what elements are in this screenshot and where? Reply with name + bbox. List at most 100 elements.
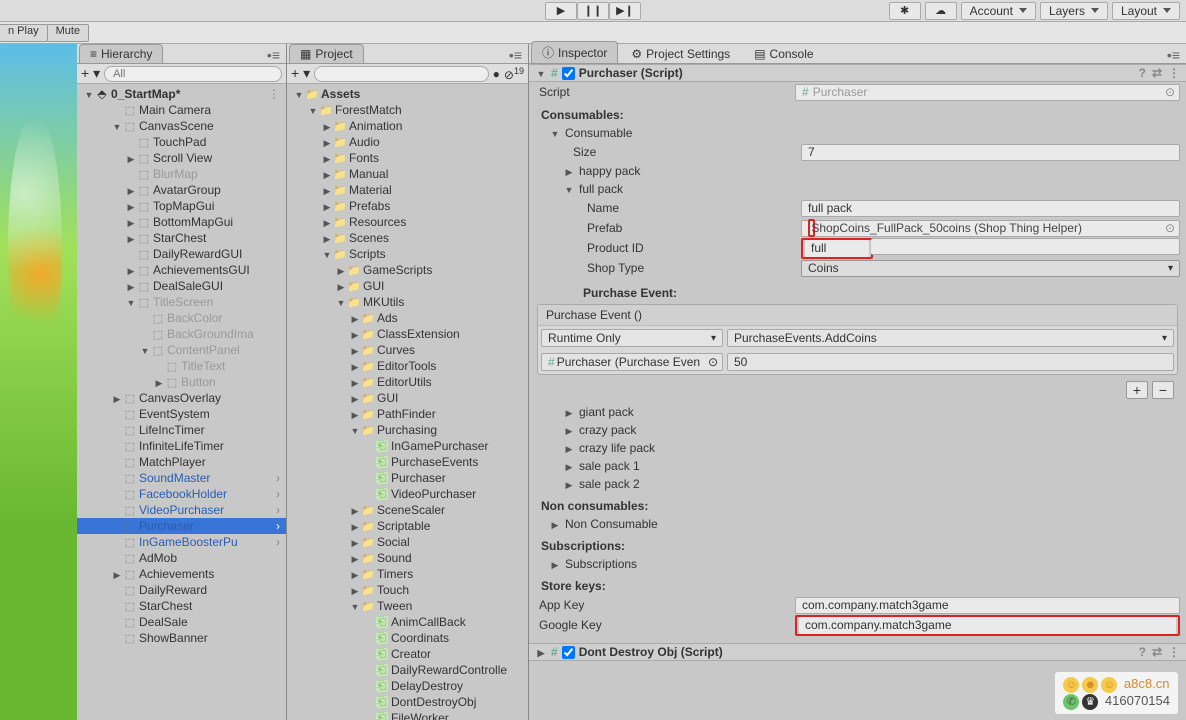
project-search-input[interactable]: [314, 66, 489, 82]
project-item[interactable]: Audio: [287, 134, 528, 150]
hierarchy-item[interactable]: Button: [77, 374, 286, 390]
foldout-icon[interactable]: [293, 87, 305, 101]
hidden-icon[interactable]: ⊘19: [504, 66, 524, 82]
foldout-icon[interactable]: [349, 391, 361, 405]
hierarchy-item[interactable]: BlurMap: [77, 166, 286, 182]
project-item[interactable]: MKUtils: [287, 294, 528, 310]
tab-inspector[interactable]: ⓘ Inspector: [531, 41, 618, 63]
hierarchy-item[interactable]: BackGroundIma: [77, 326, 286, 342]
preset-icon[interactable]: ⇄: [1152, 645, 1162, 659]
foldout-icon[interactable]: [349, 599, 361, 613]
create-dropdown[interactable]: + ▾: [291, 65, 310, 82]
foldout-icon[interactable]: [349, 567, 361, 581]
foldout-icon[interactable]: [549, 517, 561, 531]
hierarchy-item[interactable]: StarChest: [77, 230, 286, 246]
favorites-icon[interactable]: ●: [493, 67, 500, 81]
foldout-icon[interactable]: [349, 519, 361, 533]
menu-icon[interactable]: ⋮: [1168, 66, 1180, 80]
project-item[interactable]: Social: [287, 534, 528, 550]
hierarchy-item[interactable]: Scroll View: [77, 150, 286, 166]
consumable-array[interactable]: Consumable: [565, 126, 632, 140]
project-item[interactable]: Prefabs: [287, 198, 528, 214]
foldout-icon[interactable]: [349, 407, 361, 421]
cloud-button[interactable]: ☁: [925, 2, 957, 20]
foldout-icon[interactable]: [321, 231, 333, 245]
array-item[interactable]: happy pack: [579, 164, 640, 178]
productid-input[interactable]: full: [805, 240, 869, 257]
foldout-icon[interactable]: [321, 247, 333, 261]
project-item[interactable]: Scripts: [287, 246, 528, 262]
component-enable-checkbox[interactable]: [562, 67, 575, 80]
foldout-icon[interactable]: [349, 359, 361, 373]
foldout-icon[interactable]: [563, 459, 575, 473]
hierarchy-item[interactable]: CanvasOverlay: [77, 390, 286, 406]
layers-dropdown[interactable]: Layers: [1040, 2, 1108, 20]
name-input[interactable]: full pack: [801, 200, 1180, 217]
hierarchy-item[interactable]: LifeIncTimer: [77, 422, 286, 438]
layout-dropdown[interactable]: Layout: [1112, 2, 1180, 20]
play-button[interactable]: ▶: [545, 2, 577, 20]
hierarchy-item[interactable]: ShowBanner: [77, 630, 286, 646]
panel-options-icon[interactable]: •≡: [509, 47, 528, 63]
event-arg-input[interactable]: 50: [727, 353, 1174, 371]
project-item[interactable]: Animation: [287, 118, 528, 134]
project-item[interactable]: Sound: [287, 550, 528, 566]
component-header[interactable]: # Purchaser (Script) ? ⇄ ⋮: [529, 64, 1186, 82]
hierarchy-item[interactable]: Achievements: [77, 566, 286, 582]
foldout-icon[interactable]: [349, 327, 361, 341]
project-item[interactable]: ForestMatch: [287, 102, 528, 118]
foldout-icon[interactable]: [349, 375, 361, 389]
foldout-icon[interactable]: [349, 343, 361, 357]
project-item[interactable]: DontDestroyObj: [287, 694, 528, 710]
hierarchy-item[interactable]: Main Camera: [77, 102, 286, 118]
component-header-2[interactable]: # Dont Destroy Obj (Script) ? ⇄ ⋮: [529, 643, 1186, 661]
foldout-icon[interactable]: [125, 231, 137, 245]
project-item[interactable]: VideoPurchaser: [287, 486, 528, 502]
project-item[interactable]: Purchaser: [287, 470, 528, 486]
non-consumable-array[interactable]: Non Consumable: [565, 517, 658, 531]
foldout-icon[interactable]: [563, 164, 575, 178]
size-input[interactable]: 7: [801, 144, 1180, 161]
hierarchy-item[interactable]: EventSystem: [77, 406, 286, 422]
hierarchy-item[interactable]: Purchaser›: [77, 518, 286, 534]
foldout-icon[interactable]: [321, 119, 333, 133]
hierarchy-item[interactable]: VideoPurchaser›: [77, 502, 286, 518]
foldout-icon[interactable]: [321, 183, 333, 197]
tab-project-settings[interactable]: ⚙ Project Settings: [620, 44, 741, 63]
project-item[interactable]: Touch: [287, 582, 528, 598]
subscriptions-array[interactable]: Subscriptions: [565, 557, 637, 571]
project-item[interactable]: PurchaseEvents: [287, 454, 528, 470]
foldout-icon[interactable]: [139, 343, 151, 357]
foldout-icon[interactable]: [111, 567, 123, 581]
project-item[interactable]: Purchasing: [287, 422, 528, 438]
foldout-icon[interactable]: [563, 477, 575, 491]
foldout-icon[interactable]: [349, 503, 361, 517]
project-item[interactable]: Resources: [287, 214, 528, 230]
help-icon[interactable]: ?: [1139, 66, 1146, 80]
project-item[interactable]: EditorTools: [287, 358, 528, 374]
function-dropdown[interactable]: PurchaseEvents.AddCoins: [727, 329, 1174, 347]
project-item[interactable]: InGamePurchaser: [287, 438, 528, 454]
foldout-icon[interactable]: [111, 119, 123, 133]
foldout-icon[interactable]: [349, 535, 361, 549]
hierarchy-item[interactable]: FacebookHolder›: [77, 486, 286, 502]
project-item[interactable]: Creator: [287, 646, 528, 662]
hierarchy-item[interactable]: DealSale: [77, 614, 286, 630]
project-item[interactable]: Scenes: [287, 230, 528, 246]
project-item[interactable]: GUI: [287, 278, 528, 294]
foldout-icon[interactable]: [153, 375, 165, 389]
hierarchy-item[interactable]: InfiniteLifeTimer: [77, 438, 286, 454]
foldout-icon[interactable]: [307, 103, 319, 117]
foldout-icon[interactable]: [535, 645, 547, 659]
hierarchy-item[interactable]: DailyRewardGUI: [77, 246, 286, 262]
hierarchy-item[interactable]: DealSaleGUI: [77, 278, 286, 294]
hierarchy-item[interactable]: CanvasScene: [77, 118, 286, 134]
panel-options-icon[interactable]: •≡: [267, 47, 286, 63]
hierarchy-item[interactable]: TitleText: [77, 358, 286, 374]
add-event-button[interactable]: +: [1126, 381, 1148, 399]
project-item[interactable]: DailyRewardControlle: [287, 662, 528, 678]
project-item[interactable]: Tween: [287, 598, 528, 614]
project-item[interactable]: Material: [287, 182, 528, 198]
project-item[interactable]: Fonts: [287, 150, 528, 166]
hierarchy-item[interactable]: BackColor: [77, 310, 286, 326]
